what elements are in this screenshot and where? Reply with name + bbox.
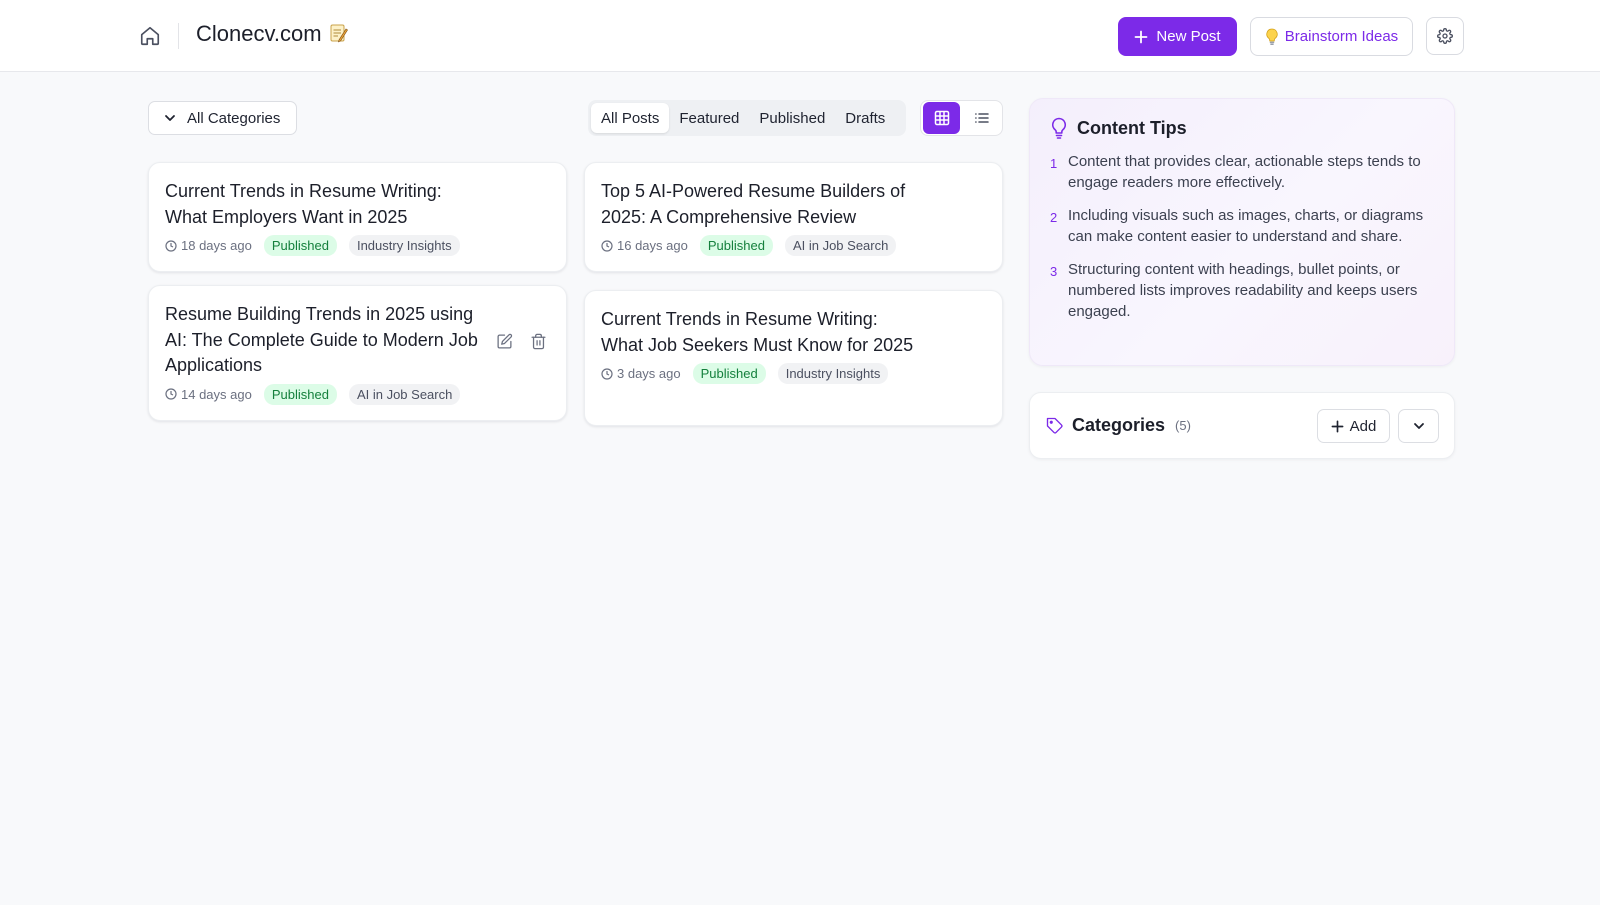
category-badge: Industry Insights [777, 363, 889, 384]
clock-icon [165, 388, 177, 400]
tab-drafts[interactable]: Drafts [835, 103, 895, 133]
tip-number: 3 [1050, 264, 1058, 279]
post-card[interactable]: Resume Building Trends in 2025 using AI:… [148, 285, 567, 421]
post-meta: 16 days ago Published AI in Job Search [601, 235, 986, 256]
tip-item: 2 Including visuals such as images, char… [1050, 205, 1434, 247]
grid-view-button[interactable] [923, 102, 960, 134]
tip-text: Including visuals such as images, charts… [1068, 207, 1424, 245]
categories-title: Categories [1072, 415, 1166, 435]
categories-header: Categories (5) [1046, 415, 1191, 436]
chevron-down-icon [1413, 423, 1424, 429]
tip-number: 2 [1050, 210, 1058, 225]
memo-icon [330, 23, 348, 43]
tip-item: 3 Structuring content with headings, bul… [1050, 259, 1434, 322]
home-button[interactable] [138, 24, 162, 48]
status-badge: Published [699, 235, 773, 256]
post-card[interactable]: Current Trends in Resume Writing: What E… [148, 162, 567, 272]
category-filter-select[interactable]: All Categories [148, 101, 297, 135]
status-badge: Published [692, 363, 766, 384]
header-divider [178, 23, 179, 49]
add-category-button[interactable]: Add [1317, 409, 1390, 443]
edit-post-button[interactable] [494, 331, 514, 351]
category-badge: AI in Job Search [348, 383, 461, 405]
post-time-text: 16 days ago [617, 238, 688, 253]
post-time-text: 18 days ago [181, 238, 252, 253]
add-category-label: Add [1349, 417, 1377, 435]
site-title: Clonecv.com [196, 21, 348, 47]
post-title[interactable]: Current Trends in Resume Writing: What E… [165, 179, 485, 230]
settings-button[interactable] [1426, 17, 1464, 55]
list-view-button[interactable] [963, 102, 1000, 134]
gear-icon [1437, 28, 1453, 44]
edit-icon [496, 333, 512, 349]
tip-text: Structuring content with headings, bulle… [1068, 261, 1418, 320]
tip-item: 1 Content that provides clear, actionabl… [1050, 151, 1434, 193]
post-card[interactable]: Current Trends in Resume Writing: What J… [584, 290, 1003, 426]
post-meta: 3 days ago Published Industry Insights [601, 363, 986, 384]
post-title[interactable]: Top 5 AI-Powered Resume Builders of 2025… [601, 179, 921, 230]
tip-text: Content that provides clear, actionable … [1068, 153, 1421, 191]
category-badge: Industry Insights [348, 235, 460, 256]
post-card[interactable]: Top 5 AI-Powered Resume Builders of 2025… [584, 162, 1003, 272]
clock-icon [165, 239, 177, 252]
post-meta: 18 days ago Published Industry Insights [165, 235, 550, 256]
lightbulb-icon [1051, 117, 1067, 139]
post-time: 3 days ago [601, 366, 681, 381]
site-title-text: Clonecv.com [196, 21, 322, 46]
grid-icon [934, 110, 949, 126]
content-tips-title: Content Tips [1077, 117, 1187, 138]
plus-icon [1331, 420, 1344, 432]
tab-all-posts[interactable]: All Posts [591, 103, 670, 133]
post-title[interactable]: Resume Building Trends in 2025 using AI:… [165, 302, 485, 379]
post-time: 16 days ago [601, 238, 688, 253]
lightbulb-icon [1266, 28, 1278, 45]
brainstorm-label: Brainstorm Ideas [1284, 28, 1399, 45]
view-mode-toggle [920, 100, 1003, 136]
content-tips-panel: Content Tips 1 Content that provides cle… [1029, 98, 1455, 366]
tip-number: 1 [1050, 156, 1058, 171]
status-badge: Published [263, 383, 337, 405]
post-time: 14 days ago [165, 387, 252, 402]
post-time-text: 14 days ago [181, 386, 252, 402]
post-filter-tabs: All Posts Featured Published Drafts [588, 100, 906, 136]
categories-count: (5) [1175, 418, 1191, 433]
trash-icon [530, 333, 546, 349]
expand-categories-button[interactable] [1398, 409, 1439, 443]
post-title[interactable]: Current Trends in Resume Writing: What J… [601, 307, 921, 358]
chevron-down-icon [165, 115, 175, 121]
post-actions [494, 331, 548, 351]
post-time-text: 3 days ago [617, 366, 681, 381]
home-icon [140, 26, 160, 46]
tab-published[interactable]: Published [749, 103, 835, 133]
tab-featured[interactable]: Featured [669, 103, 749, 133]
tag-icon [1046, 417, 1063, 434]
new-post-label: New Post [1156, 28, 1221, 45]
post-time: 18 days ago [165, 238, 252, 253]
delete-post-button[interactable] [528, 331, 548, 351]
clock-icon [601, 239, 613, 252]
content-tips-header: Content Tips [1050, 117, 1434, 139]
brainstorm-ideas-button[interactable]: Brainstorm Ideas [1250, 17, 1413, 56]
status-badge: Published [263, 235, 337, 256]
new-post-button[interactable]: New Post [1118, 17, 1237, 56]
category-filter-label: All Categories [187, 109, 281, 127]
post-meta: 14 days ago Published AI in Job Search [165, 383, 550, 405]
top-header: Clonecv.com New Post Brainstorm Ideas [0, 0, 1600, 72]
plus-icon [1134, 30, 1148, 43]
categories-panel: Categories (5) Add [1029, 392, 1455, 459]
category-badge: AI in Job Search [784, 235, 897, 256]
list-icon [974, 113, 989, 123]
clock-icon [601, 367, 613, 380]
